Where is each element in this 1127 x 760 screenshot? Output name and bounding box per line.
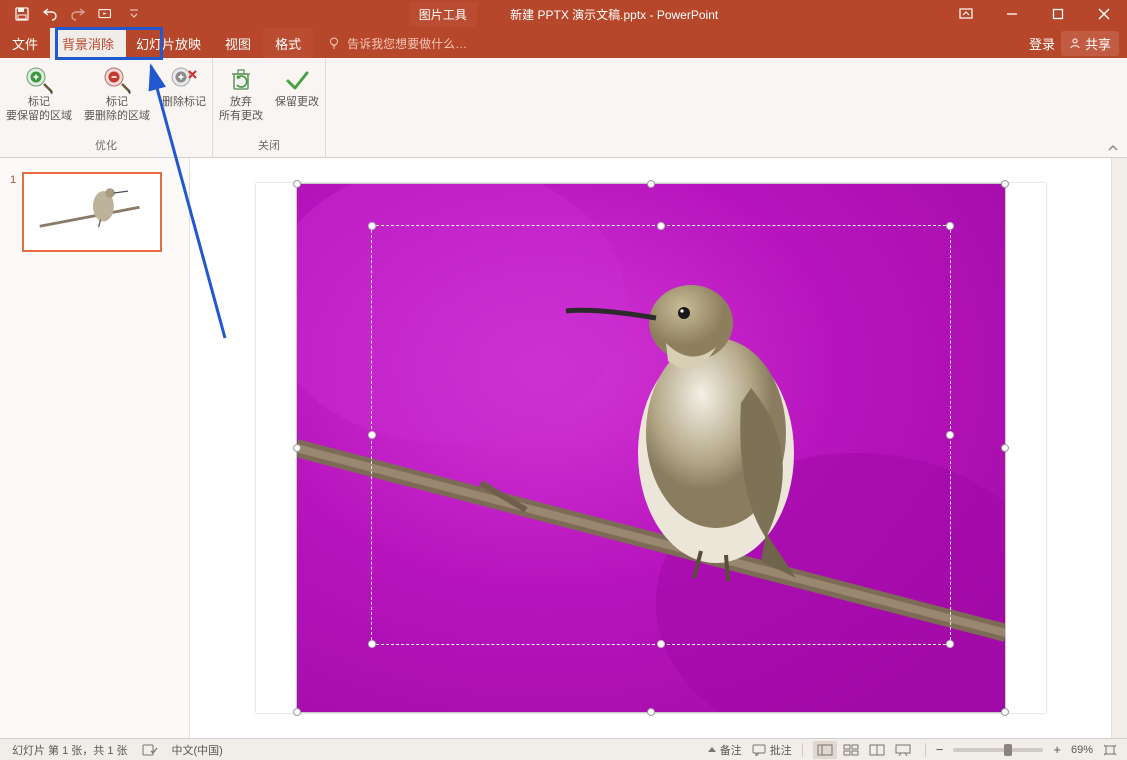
close-button[interactable] [1081, 0, 1127, 28]
notes-label: 备注 [720, 742, 742, 758]
notes-button[interactable]: 备注 [708, 742, 742, 758]
slide-count-status[interactable]: 幻灯片 第 1 张，共 1 张 [12, 742, 128, 758]
share-label: 共享 [1085, 34, 1111, 53]
slide-canvas[interactable] [256, 183, 1046, 713]
tab-background-removal[interactable]: 背景消除 [50, 28, 126, 58]
login-link[interactable]: 登录 [1029, 34, 1055, 53]
minimize-button[interactable] [989, 0, 1035, 28]
mark-keep-label-1: 标记 [28, 96, 50, 110]
tab-file[interactable]: 文件 [0, 28, 50, 58]
keep-changes-button[interactable]: 保留更改 [269, 58, 325, 135]
document-title: 新建 PPTX 演示文稿.pptx - PowerPoint [510, 8, 718, 22]
slideshow-view-button[interactable] [891, 741, 915, 759]
ribbon: 标记 要保留的区域 标记 要删除的区域 删除标记 优化 [0, 58, 1127, 158]
save-icon[interactable] [14, 6, 30, 22]
fit-to-window-button[interactable] [1103, 744, 1117, 756]
slide-thumbnail-pane[interactable]: 1 [0, 158, 190, 738]
spellcheck-icon [142, 743, 158, 757]
slide-sorter-view-button[interactable] [839, 741, 863, 759]
comments-label: 批注 [770, 742, 792, 758]
mark-remove-label-1: 标记 [106, 96, 128, 110]
ribbon-display-options-icon[interactable] [943, 0, 989, 28]
vertical-scrollbar[interactable] [1111, 158, 1127, 738]
discard-icon [225, 64, 257, 96]
zoom-in-button[interactable]: + [1053, 742, 1061, 757]
tab-slideshow[interactable]: 幻灯片放映 [124, 28, 213, 58]
delete-mark-label: 删除标记 [162, 96, 206, 110]
spellcheck-status[interactable] [142, 743, 158, 757]
slide-thumbnail-1[interactable] [22, 172, 162, 252]
zoom-percent[interactable]: 69% [1071, 744, 1093, 756]
qat-dropdown-icon[interactable] [126, 6, 142, 22]
ribbon-group-refine: 优化 [95, 135, 117, 155]
share-button[interactable]: 共享 [1061, 31, 1119, 56]
picture-tools-label: 图片工具 [409, 2, 477, 27]
mark-areas-to-remove-button[interactable]: 标记 要删除的区域 [78, 58, 156, 135]
start-from-beginning-icon[interactable] [98, 6, 114, 22]
delete-mark-button[interactable]: 删除标记 [156, 58, 212, 135]
normal-view-button[interactable] [813, 741, 837, 759]
mark-keep-icon [23, 64, 55, 96]
tell-me-placeholder: 告诉我您想要做什么… [347, 35, 467, 52]
tab-view[interactable]: 视图 [213, 28, 263, 58]
collapse-ribbon-icon[interactable] [1107, 143, 1119, 153]
tab-format[interactable]: 格式 [263, 28, 313, 58]
zoom-slider[interactable] [953, 748, 1043, 752]
discard-all-changes-button[interactable]: 放弃 所有更改 [213, 58, 269, 135]
reading-view-button[interactable] [865, 741, 889, 759]
lightbulb-icon [327, 36, 341, 50]
mark-areas-to-keep-button[interactable]: 标记 要保留的区域 [0, 58, 78, 135]
mark-keep-label-2: 要保留的区域 [6, 110, 72, 124]
ribbon-group-close: 关闭 [258, 135, 280, 155]
slide-edit-area[interactable] [190, 158, 1111, 738]
mark-remove-label-2: 要删除的区域 [84, 110, 150, 124]
maximize-button[interactable] [1035, 0, 1081, 28]
keep-changes-label: 保留更改 [275, 96, 319, 110]
delete-mark-icon [168, 64, 200, 96]
background-removal-marquee[interactable] [371, 225, 951, 645]
mark-remove-icon [101, 64, 133, 96]
redo-icon[interactable] [70, 6, 86, 22]
discard-label-2: 所有更改 [219, 110, 263, 124]
language-status[interactable]: 中文(中国) [172, 742, 223, 758]
tell-me-search[interactable]: 告诉我您想要做什么… [313, 28, 467, 58]
keep-changes-icon [281, 64, 313, 96]
thumbnail-number: 1 [10, 172, 16, 252]
comments-icon [752, 744, 766, 756]
status-bar: 幻灯片 第 1 张，共 1 张 中文(中国) 备注 批注 − + 69% [0, 738, 1127, 760]
comments-button[interactable]: 批注 [752, 742, 792, 758]
zoom-out-button[interactable]: − [936, 742, 944, 757]
discard-label-1: 放弃 [230, 96, 252, 110]
share-icon [1069, 37, 1081, 49]
undo-icon[interactable] [42, 6, 58, 22]
